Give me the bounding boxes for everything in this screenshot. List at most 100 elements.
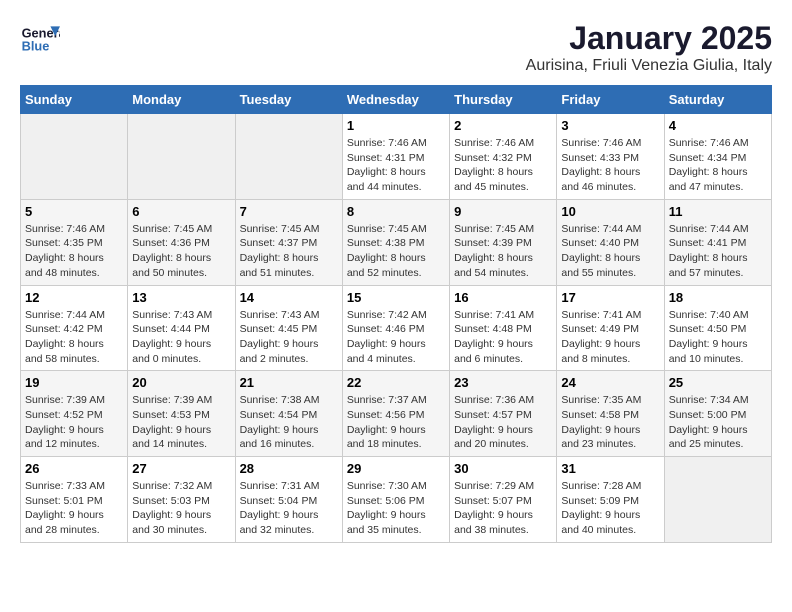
calendar-cell: 25Sunrise: 7:34 AM Sunset: 5:00 PM Dayli… — [664, 371, 771, 457]
day-info: Sunrise: 7:46 AM Sunset: 4:32 PM Dayligh… — [454, 136, 552, 195]
calendar-cell: 8 Sunrise: 7:45 AM Sunset: 4:38 PM Daylig… — [342, 199, 449, 285]
calendar-cell: 22 Sunrise: 7:37 AM Sunset: 4:56 PM Dayli… — [342, 371, 449, 457]
calendar-cell — [664, 457, 771, 543]
weekday-header: Sunday — [21, 86, 128, 114]
calendar-cell: 26 Sunrise: 7:33 AM Sunset: 5:01 PM Dayli… — [21, 457, 128, 543]
calendar-cell — [128, 114, 235, 200]
day-info: Sunrise: 7:46 AM Sunset: 4:33 PM Dayligh… — [561, 136, 659, 195]
day-info: Sunrise: 7:41 AM Sunset: 4:48 PM Dayligh… — [454, 308, 552, 367]
calendar-table: SundayMondayTuesdayWednesdayThursdayFrid… — [20, 85, 772, 543]
day-info: Sunrise: 7:35 AM Sunset: 4:58 PM Dayligh… — [561, 393, 659, 452]
calendar-cell: 11Sunrise: 7:44 AM Sunset: 4:41 PM Dayli… — [664, 199, 771, 285]
calendar-cell: 21Sunrise: 7:38 AM Sunset: 4:54 PM Dayli… — [235, 371, 342, 457]
day-number: 19 — [25, 375, 123, 390]
day-number: 23 — [454, 375, 552, 390]
calendar-week-row: 19 Sunrise: 7:39 AM Sunset: 4:52 PM Dayli… — [21, 371, 772, 457]
day-info: Sunrise: 7:43 AM Sunset: 4:45 PM Dayligh… — [240, 308, 338, 367]
day-info: Sunrise: 7:44 AM Sunset: 4:40 PM Dayligh… — [561, 222, 659, 281]
day-info: Sunrise: 7:33 AM Sunset: 5:01 PM Dayligh… — [25, 479, 123, 538]
day-info: Sunrise: 7:39 AM Sunset: 4:53 PM Dayligh… — [132, 393, 230, 452]
calendar-cell: 20 Sunrise: 7:39 AM Sunset: 4:53 PM Dayli… — [128, 371, 235, 457]
day-number: 4 — [669, 118, 767, 133]
day-number: 22 — [347, 375, 445, 390]
day-number: 10 — [561, 204, 659, 219]
day-info: Sunrise: 7:45 AM Sunset: 4:38 PM Dayligh… — [347, 222, 445, 281]
calendar-cell: 19 Sunrise: 7:39 AM Sunset: 4:52 PM Dayli… — [21, 371, 128, 457]
day-number: 14 — [240, 290, 338, 305]
day-number: 3 — [561, 118, 659, 133]
calendar-cell: 17Sunrise: 7:41 AM Sunset: 4:49 PM Dayli… — [557, 285, 664, 371]
day-number: 15 — [347, 290, 445, 305]
weekday-header: Tuesday — [235, 86, 342, 114]
day-number: 5 — [25, 204, 123, 219]
day-info: Sunrise: 7:42 AM Sunset: 4:46 PM Dayligh… — [347, 308, 445, 367]
day-info: Sunrise: 7:44 AM Sunset: 4:41 PM Dayligh… — [669, 222, 767, 281]
calendar-cell: 12 Sunrise: 7:44 AM Sunset: 4:42 PM Dayli… — [21, 285, 128, 371]
weekday-header-row: SundayMondayTuesdayWednesdayThursdayFrid… — [21, 86, 772, 114]
day-info: Sunrise: 7:45 AM Sunset: 4:37 PM Dayligh… — [240, 222, 338, 281]
calendar-cell — [235, 114, 342, 200]
logo: General Blue — [20, 20, 60, 60]
day-info: Sunrise: 7:29 AM Sunset: 5:07 PM Dayligh… — [454, 479, 552, 538]
weekday-header: Monday — [128, 86, 235, 114]
day-info: Sunrise: 7:46 AM Sunset: 4:34 PM Dayligh… — [669, 136, 767, 195]
calendar-cell: 5 Sunrise: 7:46 AM Sunset: 4:35 PM Daylig… — [21, 199, 128, 285]
day-number: 30 — [454, 461, 552, 476]
calendar-cell: 15 Sunrise: 7:42 AM Sunset: 4:46 PM Dayli… — [342, 285, 449, 371]
weekday-header: Wednesday — [342, 86, 449, 114]
calendar-cell: 18Sunrise: 7:40 AM Sunset: 4:50 PM Dayli… — [664, 285, 771, 371]
day-info: Sunrise: 7:31 AM Sunset: 5:04 PM Dayligh… — [240, 479, 338, 538]
calendar-cell: 3 Sunrise: 7:46 AM Sunset: 4:33 PM Daylig… — [557, 114, 664, 200]
calendar-cell: 2 Sunrise: 7:46 AM Sunset: 4:32 PM Daylig… — [450, 114, 557, 200]
day-number: 24 — [561, 375, 659, 390]
day-info: Sunrise: 7:46 AM Sunset: 4:35 PM Dayligh… — [25, 222, 123, 281]
calendar-cell: 27 Sunrise: 7:32 AM Sunset: 5:03 PM Dayli… — [128, 457, 235, 543]
calendar-week-row: 1Sunrise: 7:46 AM Sunset: 4:31 PM Daylig… — [21, 114, 772, 200]
day-number: 16 — [454, 290, 552, 305]
calendar-cell: 6 Sunrise: 7:45 AM Sunset: 4:36 PM Daylig… — [128, 199, 235, 285]
day-info: Sunrise: 7:36 AM Sunset: 4:57 PM Dayligh… — [454, 393, 552, 452]
calendar-cell: 9 Sunrise: 7:45 AM Sunset: 4:39 PM Daylig… — [450, 199, 557, 285]
day-number: 20 — [132, 375, 230, 390]
day-number: 8 — [347, 204, 445, 219]
day-number: 27 — [132, 461, 230, 476]
day-info: Sunrise: 7:43 AM Sunset: 4:44 PM Dayligh… — [132, 308, 230, 367]
day-number: 2 — [454, 118, 552, 133]
calendar-week-row: 12 Sunrise: 7:44 AM Sunset: 4:42 PM Dayli… — [21, 285, 772, 371]
day-info: Sunrise: 7:44 AM Sunset: 4:42 PM Dayligh… — [25, 308, 123, 367]
day-info: Sunrise: 7:34 AM Sunset: 5:00 PM Dayligh… — [669, 393, 767, 452]
day-info: Sunrise: 7:45 AM Sunset: 4:39 PM Dayligh… — [454, 222, 552, 281]
day-number: 1 — [347, 118, 445, 133]
day-number: 9 — [454, 204, 552, 219]
day-number: 6 — [132, 204, 230, 219]
calendar-subtitle: Aurisina, Friuli Venezia Giulia, Italy — [526, 57, 772, 75]
calendar-cell: 10 Sunrise: 7:44 AM Sunset: 4:40 PM Dayli… — [557, 199, 664, 285]
calendar-cell: 16 Sunrise: 7:41 AM Sunset: 4:48 PM Dayli… — [450, 285, 557, 371]
day-number: 31 — [561, 461, 659, 476]
day-number: 13 — [132, 290, 230, 305]
day-info: Sunrise: 7:37 AM Sunset: 4:56 PM Dayligh… — [347, 393, 445, 452]
day-number: 18 — [669, 290, 767, 305]
day-number: 7 — [240, 204, 338, 219]
day-info: Sunrise: 7:41 AM Sunset: 4:49 PM Dayligh… — [561, 308, 659, 367]
day-number: 26 — [25, 461, 123, 476]
svg-text:Blue: Blue — [22, 38, 50, 53]
day-info: Sunrise: 7:38 AM Sunset: 4:54 PM Dayligh… — [240, 393, 338, 452]
calendar-cell: 30 Sunrise: 7:29 AM Sunset: 5:07 PM Dayli… — [450, 457, 557, 543]
calendar-cell: 31Sunrise: 7:28 AM Sunset: 5:09 PM Dayli… — [557, 457, 664, 543]
weekday-header: Friday — [557, 86, 664, 114]
day-info: Sunrise: 7:45 AM Sunset: 4:36 PM Dayligh… — [132, 222, 230, 281]
day-number: 12 — [25, 290, 123, 305]
calendar-week-row: 26 Sunrise: 7:33 AM Sunset: 5:01 PM Dayli… — [21, 457, 772, 543]
day-info: Sunrise: 7:39 AM Sunset: 4:52 PM Dayligh… — [25, 393, 123, 452]
day-number: 29 — [347, 461, 445, 476]
calendar-cell: 23 Sunrise: 7:36 AM Sunset: 4:57 PM Dayli… — [450, 371, 557, 457]
calendar-cell: 13 Sunrise: 7:43 AM Sunset: 4:44 PM Dayli… — [128, 285, 235, 371]
day-info: Sunrise: 7:32 AM Sunset: 5:03 PM Dayligh… — [132, 479, 230, 538]
calendar-cell: 28Sunrise: 7:31 AM Sunset: 5:04 PM Dayli… — [235, 457, 342, 543]
page-header: General Blue January 2025 Aurisina, Friu… — [20, 20, 772, 75]
weekday-header: Thursday — [450, 86, 557, 114]
title-block: January 2025 Aurisina, Friuli Venezia Gi… — [526, 20, 772, 75]
calendar-cell: 14 Sunrise: 7:43 AM Sunset: 4:45 PM Dayli… — [235, 285, 342, 371]
calendar-week-row: 5 Sunrise: 7:46 AM Sunset: 4:35 PM Daylig… — [21, 199, 772, 285]
